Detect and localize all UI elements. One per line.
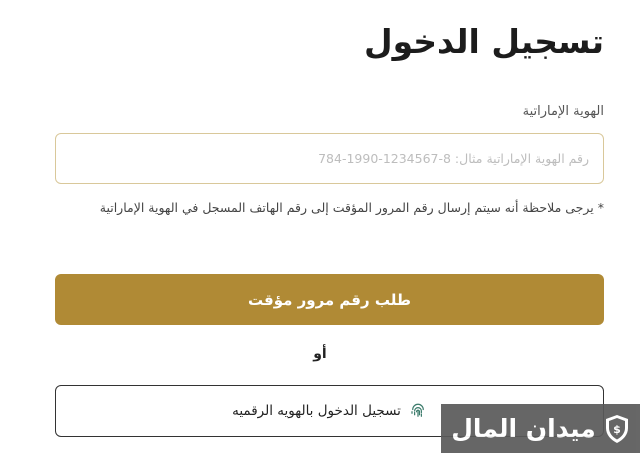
emirates-id-input[interactable] <box>55 133 604 184</box>
page-title: تسجيل الدخول <box>363 22 604 61</box>
uae-pass-label: تسجيل الدخول بالهويه الرقميه <box>232 403 401 419</box>
shield-icon: $ <box>604 414 630 444</box>
watermark-text: ميدان المال <box>451 414 596 443</box>
or-separator: أو <box>313 346 327 362</box>
login-page: تسجيل الدخول الهوية الإماراتية * يرجى مل… <box>0 0 640 453</box>
watermark-logo: $ ميدان المال <box>441 404 640 453</box>
emirates-id-label: الهوية الإماراتية <box>522 104 604 119</box>
otp-note: * يرجى ملاحظة أنه سيتم إرسال رقم المرور … <box>99 200 604 215</box>
fingerprint-icon <box>409 402 427 420</box>
svg-text:$: $ <box>613 423 621 436</box>
request-otp-button[interactable]: طلب رقم مرور مؤقت <box>55 274 604 325</box>
